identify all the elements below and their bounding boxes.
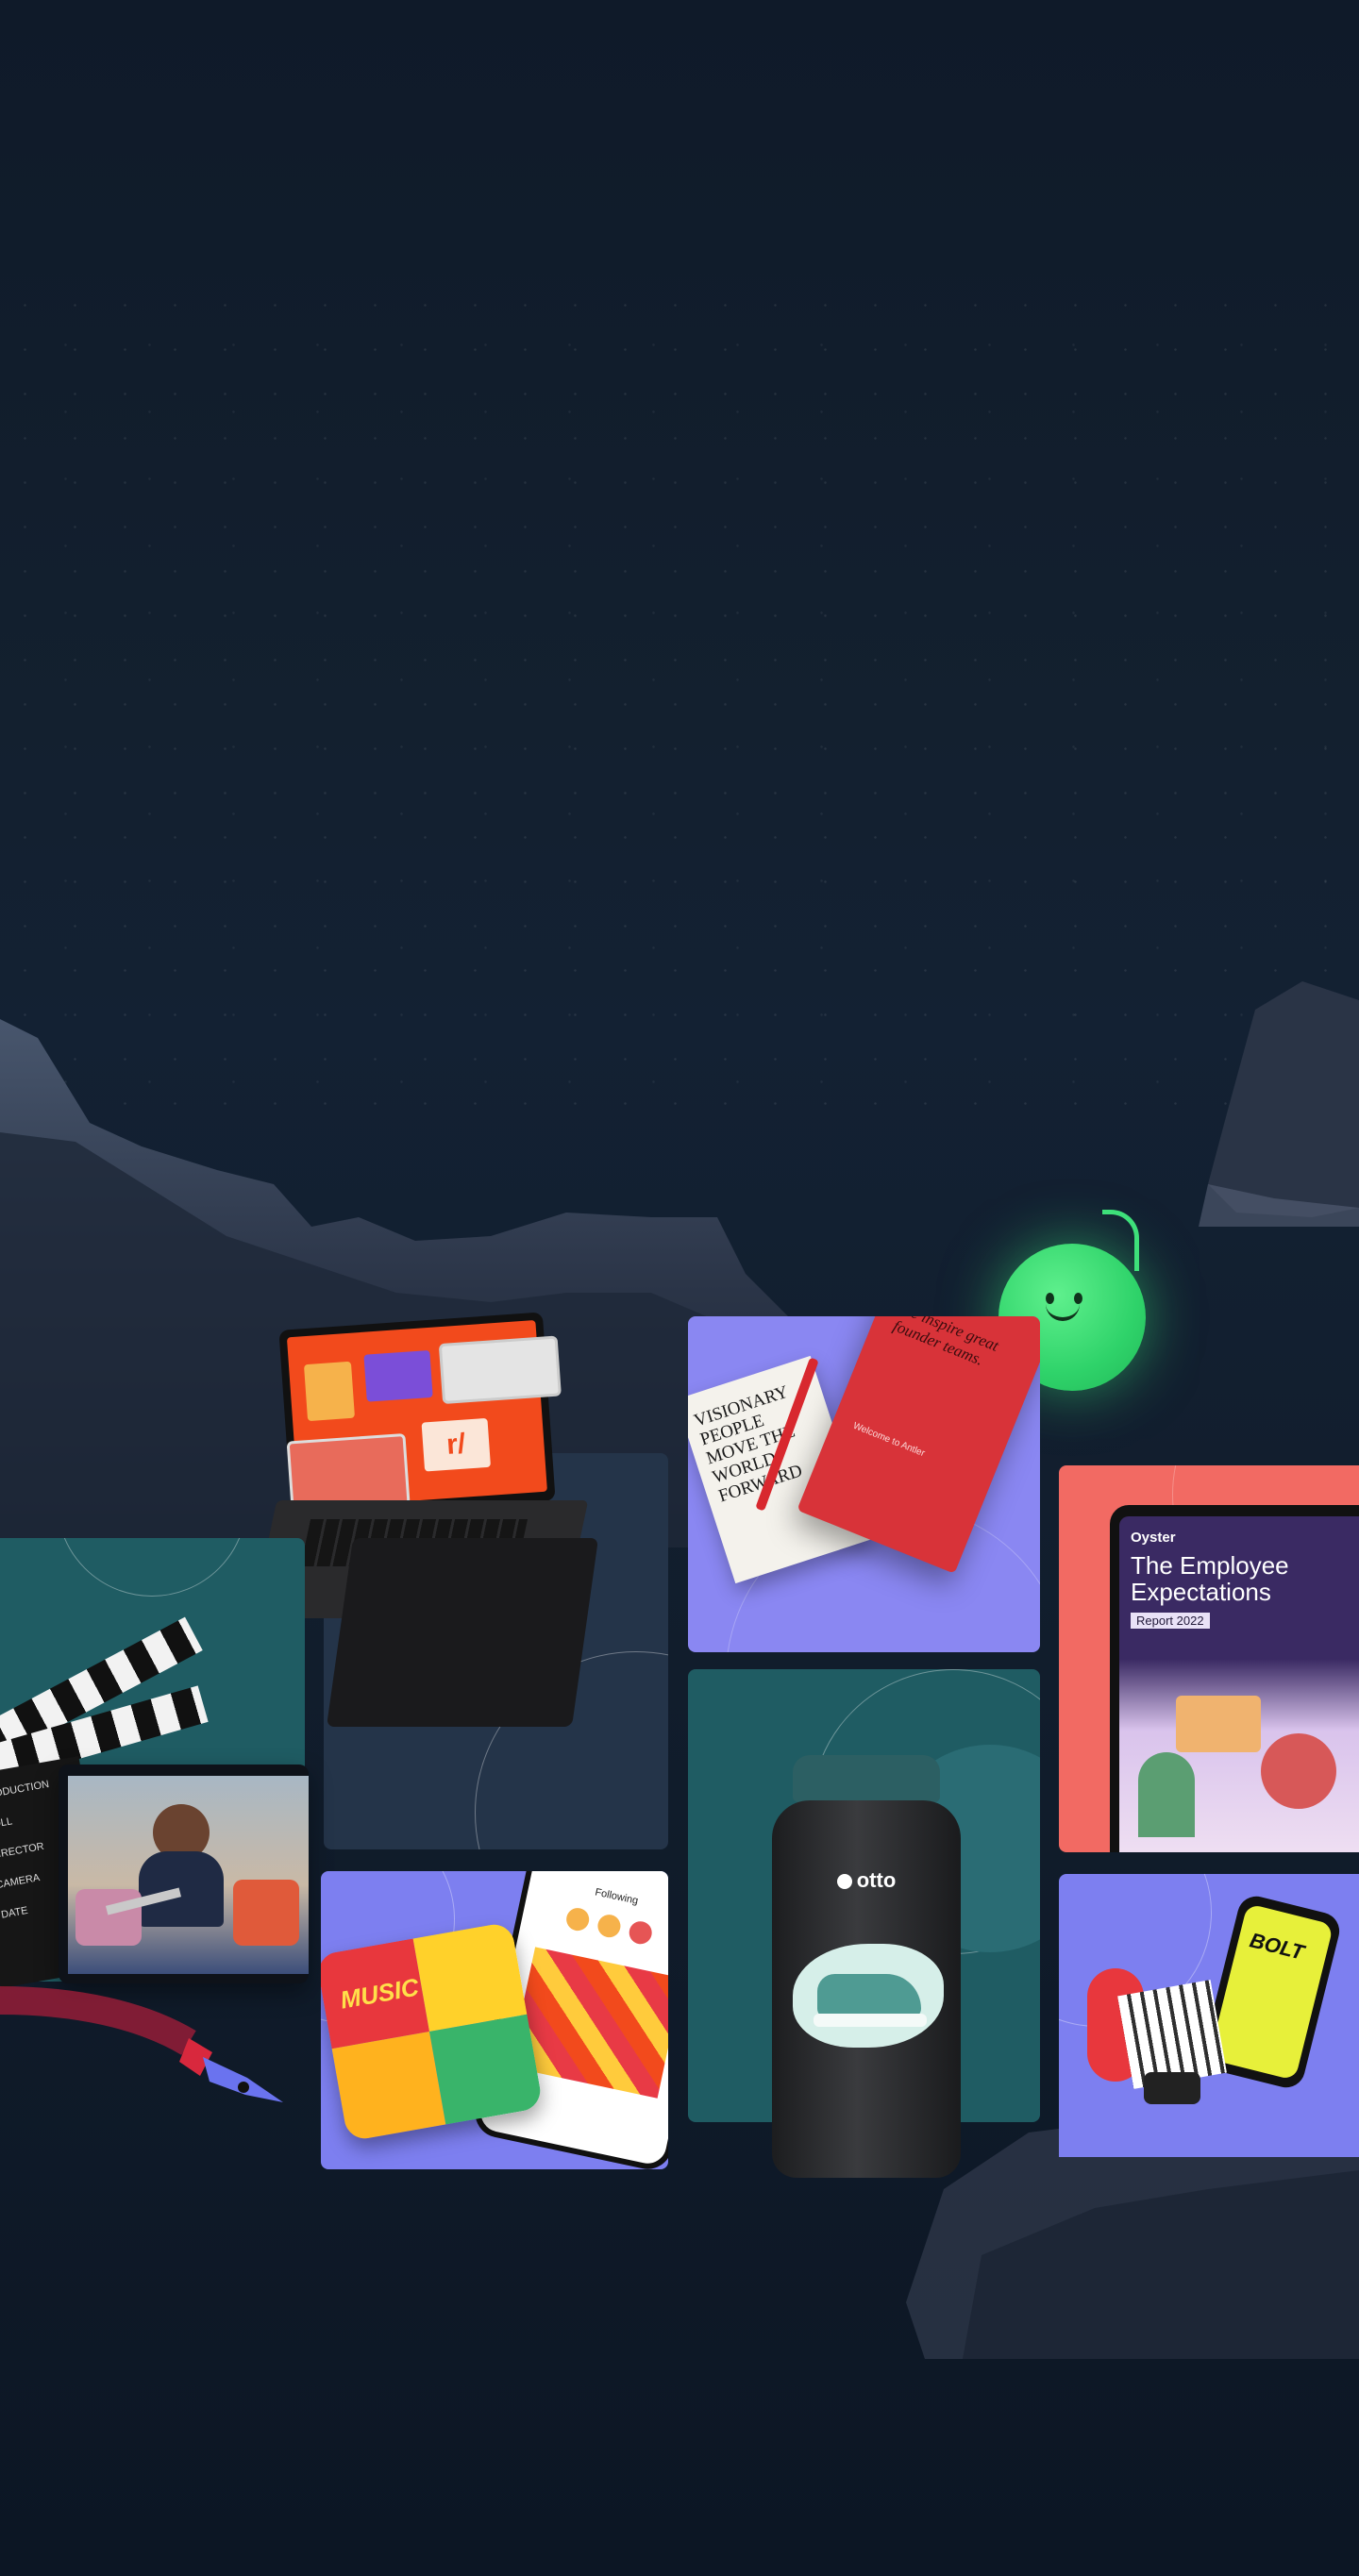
tablet-report-image: Oyster The Employee Expectations Report … <box>1110 1505 1359 1852</box>
report-tile[interactable]: Oyster The Employee Expectations Report … <box>1059 1465 1359 1852</box>
sneaker-illustration <box>793 1944 944 2048</box>
report-subtitle: Report 2022 <box>1131 1613 1210 1629</box>
book-tile[interactable]: VISIONARY PEOPLE MOVE THE WORLD FORWARD … <box>688 1316 1040 1652</box>
notebook-slogan: We inspire great founder teams. <box>890 1316 1001 1369</box>
laptop-reddit-image: r/ <box>251 1312 599 1774</box>
pen-nib-icon <box>0 1986 283 2102</box>
bolt-brand: BOLT <box>1247 1928 1307 1965</box>
city-illustration <box>1087 1949 1238 2110</box>
notebook-footer: Welcome to Antler <box>851 1420 927 1460</box>
laptop-lid-back <box>326 1538 599 1727</box>
video-frame <box>59 1765 309 1983</box>
feed-tab-label: Following <box>594 1886 640 1907</box>
laptop-screen: r/ <box>286 1320 562 1514</box>
report-brand: Oyster <box>1131 1530 1176 1546</box>
report-title: The Employee Expectations <box>1131 1551 1289 1606</box>
bottle-brand: otto <box>772 1868 961 1893</box>
right-rock <box>1199 981 1359 1227</box>
bolt-tile[interactable]: BOLT <box>1059 1874 1359 2157</box>
music-card: MUSIC <box>321 1921 544 2142</box>
water-bottle-image: otto <box>772 1755 961 2178</box>
music-tile[interactable]: Following MUSIC <box>321 1871 668 2169</box>
reddit-logo-tile: r/ <box>421 1417 492 1472</box>
